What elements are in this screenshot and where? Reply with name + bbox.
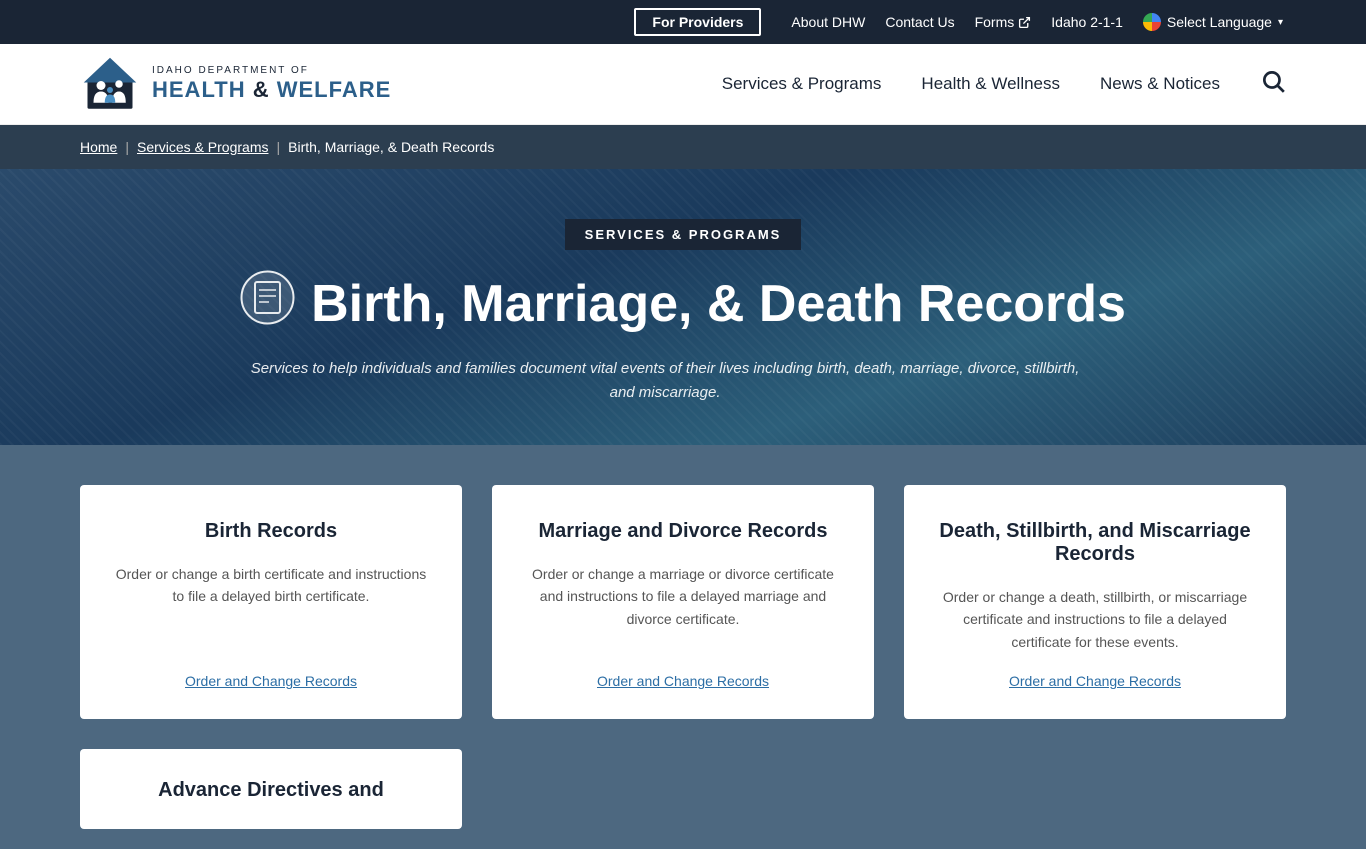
google-translate-icon bbox=[1143, 13, 1161, 31]
cards-row-main: Birth Records Order or change a birth ce… bbox=[80, 485, 1286, 719]
for-providers-button[interactable]: For Providers bbox=[634, 8, 761, 36]
breadcrumb: Home | Services & Programs | Birth, Marr… bbox=[0, 125, 1366, 169]
site-logo[interactable]: IDAHO DEPARTMENT OF HEALTH & WELFARE bbox=[80, 54, 391, 114]
death-records-description: Order or change a death, stillbirth, or … bbox=[934, 586, 1256, 653]
forms-link[interactable]: Forms bbox=[975, 14, 1032, 30]
org-name: HEALTH & WELFARE bbox=[152, 77, 391, 103]
search-button[interactable] bbox=[1260, 68, 1286, 100]
main-nav: Services & Programs Health & Wellness Ne… bbox=[722, 68, 1286, 100]
idaho211-link[interactable]: Idaho 2-1-1 bbox=[1051, 14, 1123, 30]
marriage-records-description: Order or change a marriage or divorce ce… bbox=[522, 563, 844, 653]
death-records-card: Death, Stillbirth, and Miscarriage Recor… bbox=[904, 485, 1286, 719]
page-title: Birth, Marriage, & Death Records bbox=[311, 274, 1126, 334]
breadcrumb-sep-2: | bbox=[276, 139, 280, 155]
select-language-label: Select Language bbox=[1167, 14, 1272, 30]
cards-section: Birth Records Order or change a birth ce… bbox=[0, 445, 1366, 849]
nav-health-wellness[interactable]: Health & Wellness bbox=[921, 74, 1060, 94]
logo-text: IDAHO DEPARTMENT OF HEALTH & WELFARE bbox=[152, 65, 391, 103]
breadcrumb-services[interactable]: Services & Programs bbox=[137, 139, 268, 155]
death-records-title: Death, Stillbirth, and Miscarriage Recor… bbox=[934, 520, 1256, 566]
marriage-records-card: Marriage and Divorce Records Order or ch… bbox=[492, 485, 874, 719]
hero-title-row: Birth, Marriage, & Death Records bbox=[240, 270, 1126, 337]
birth-records-title: Birth Records bbox=[205, 520, 337, 543]
advance-directives-title: Advance Directives and bbox=[110, 779, 432, 802]
breadcrumb-current: Birth, Marriage, & Death Records bbox=[288, 139, 494, 155]
language-selector[interactable]: Select Language ▾ bbox=[1143, 13, 1283, 31]
services-badge: SERVICES & PROGRAMS bbox=[565, 219, 802, 250]
cards-row-partial: Advance Directives and bbox=[80, 749, 1286, 829]
site-header: IDAHO DEPARTMENT OF HEALTH & WELFARE Ser… bbox=[0, 44, 1366, 125]
chevron-down-icon: ▾ bbox=[1278, 17, 1283, 28]
marriage-records-link[interactable]: Order and Change Records bbox=[597, 673, 769, 689]
birth-records-card: Birth Records Order or change a birth ce… bbox=[80, 485, 462, 719]
birth-records-description: Order or change a birth certificate and … bbox=[110, 563, 432, 653]
about-dhw-link[interactable]: About DHW bbox=[791, 14, 865, 30]
marriage-records-title: Marriage and Divorce Records bbox=[539, 520, 828, 543]
advance-directives-card: Advance Directives and bbox=[80, 749, 462, 829]
nav-news-notices[interactable]: News & Notices bbox=[1100, 74, 1220, 94]
hero-section: SERVICES & PROGRAMS Birth, Marriage, & D… bbox=[0, 169, 1366, 445]
birth-records-link[interactable]: Order and Change Records bbox=[185, 673, 357, 689]
hero-subtitle: Services to help individuals and familie… bbox=[240, 357, 1090, 405]
nav-services-programs[interactable]: Services & Programs bbox=[722, 74, 882, 94]
breadcrumb-home[interactable]: Home bbox=[80, 139, 117, 155]
breadcrumb-sep-1: | bbox=[125, 139, 129, 155]
death-records-link[interactable]: Order and Change Records bbox=[1009, 673, 1181, 689]
contact-us-link[interactable]: Contact Us bbox=[885, 14, 954, 30]
logo-image bbox=[80, 54, 140, 114]
dept-label: IDAHO DEPARTMENT OF bbox=[152, 65, 391, 77]
top-bar: For Providers About DHW Contact Us Forms… bbox=[0, 0, 1366, 44]
external-link-icon bbox=[1018, 16, 1031, 29]
records-icon bbox=[240, 270, 295, 337]
